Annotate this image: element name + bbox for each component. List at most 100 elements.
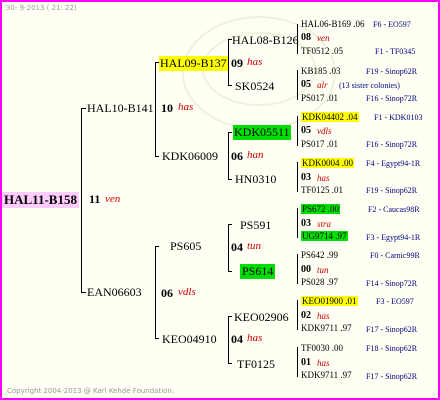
connector [228, 224, 232, 225]
leaf-top-info: F3 - EO597 [376, 297, 414, 306]
leaf-bottom-info: F16 - Sinop72R [366, 140, 418, 149]
connector [155, 246, 159, 247]
gen2-strain-d: has [247, 332, 263, 344]
connector [155, 338, 159, 339]
leaf-note: (13 sister colonies) [339, 81, 400, 90]
gen1-upper-node[interactable]: HAL10-B141 [87, 101, 154, 116]
leaf-top-info: F18 - Sinop62R [366, 344, 418, 353]
gen3-node-a1[interactable]: HAL08-B126 [232, 33, 299, 48]
connector [228, 271, 232, 272]
leaf-strain: stra [317, 219, 332, 229]
gen3-node-c2[interactable]: PS614 [240, 264, 276, 279]
gen3-node-b2[interactable]: HN0310 [235, 172, 276, 187]
connector [228, 39, 229, 85]
leaf-bottom[interactable]: PS028 .97 [301, 277, 338, 287]
leaf-top[interactable]: PS642 .99 [301, 250, 338, 260]
leaf-bottom-info: F3 - Egypt94-1R [366, 233, 421, 242]
connector [297, 70, 298, 100]
leaf-strain: alr [317, 80, 328, 90]
leaf-strain: has [317, 311, 330, 321]
connector [297, 208, 298, 238]
gen1-lower-node[interactable]: EAN06603 [87, 285, 142, 300]
leaf-bottom[interactable]: KDK9711 .97 [301, 323, 352, 333]
gen3-node-d2[interactable]: TF0125 [237, 357, 275, 372]
pedigree-chart: 30- 9-2013 ( 21: 22) HAL11-B158 11 ven H… [0, 0, 440, 400]
leaf-bottom[interactable]: TF0125 .01 [301, 185, 343, 195]
gen2-node-b[interactable]: KDK06009 [162, 149, 218, 164]
leaf-bottom-info: F17 - Sinop62R [366, 325, 418, 334]
connector [228, 179, 232, 180]
gen3-node-a2[interactable]: SK0524 [235, 79, 274, 94]
connector [81, 108, 86, 109]
gen2-node-c[interactable]: PS605 [170, 239, 201, 254]
leaf-top[interactable]: PS672 .00 [301, 204, 341, 214]
leaf-bottom-info: F16 - Sinop72R [366, 94, 418, 103]
leaf-bottom[interactable]: TF0512 .05 [301, 46, 343, 56]
root-strain: ven [105, 193, 121, 205]
leaf-bottom-info: F19 - Sinop62R [366, 186, 418, 195]
connector [155, 62, 156, 156]
gen2-strain-a: has [247, 56, 263, 68]
leaf-strain: ven [317, 33, 330, 43]
leaf-top[interactable]: KDK0004 .00 [301, 158, 354, 168]
leaf-strain: tun [317, 265, 329, 275]
connector [297, 162, 298, 192]
gen2-gen-b: 06 [231, 149, 243, 163]
leaf-bottom[interactable]: PS017 .01 [301, 139, 338, 149]
leaf-gen: 03 [301, 218, 311, 229]
leaf-bottom[interactable]: PS017 .01 [301, 93, 338, 103]
root-node[interactable]: HAL11-B158 [2, 192, 79, 208]
leaf-bottom[interactable]: UG9714 .97 [301, 231, 348, 241]
leaf-top[interactable]: TF0030 .00 [301, 343, 343, 353]
connector [297, 24, 298, 54]
gen3-node-d1[interactable]: KEO02906 [234, 310, 289, 325]
connector [297, 347, 298, 377]
date-header: 30- 9-2013 ( 21: 22) [6, 4, 77, 12]
leaf-top[interactable]: HAL06-B169 .06 [301, 19, 365, 29]
connector [155, 246, 156, 338]
leaf-top-info: F19 - Sinop62R [366, 67, 418, 76]
leaf-bottom-info: F1 - TF0345 [375, 47, 416, 56]
leaf-gen: 00 [301, 264, 311, 275]
leaf-top-info: F4 - Egypt94-1R [366, 159, 421, 168]
leaf-bottom-info: F17 - Sinop62R [366, 372, 418, 381]
leaf-top-info: F0 - Carnic99R [370, 251, 420, 260]
connector [155, 156, 159, 157]
gen2-gen-d: 04 [231, 332, 243, 346]
connector [81, 108, 82, 292]
connector [81, 292, 86, 293]
leaf-top[interactable]: KB185 .03 [301, 66, 341, 76]
leaf-gen: 08 [301, 32, 311, 43]
leaf-top[interactable]: KDK04402 .04 [301, 112, 359, 122]
leaf-gen: 05 [301, 79, 311, 90]
connector [297, 300, 298, 330]
leaf-top-info: F6 - EO597 [373, 20, 411, 29]
leaf-top-info: F2 - Caucas98R [368, 205, 420, 214]
leaf-gen: 03 [301, 172, 311, 183]
leaf-bottom[interactable]: KDK9711 .97 [301, 370, 352, 380]
gen1-lower-gen: 06 [161, 286, 173, 300]
leaf-gen: 05 [301, 125, 311, 136]
copyright-footer: Copyright 2004-2013 @ Karl Kehde Foundat… [7, 387, 175, 395]
connector [228, 224, 229, 271]
gen3-node-b1[interactable]: KDK05511 [233, 125, 291, 140]
connector [228, 316, 229, 363]
gen2-node-d[interactable]: KEO04910 [162, 332, 217, 347]
connector [297, 254, 298, 284]
gen1-lower-strain: vdls [178, 286, 196, 298]
gen2-gen-c: 04 [231, 240, 243, 254]
gen2-strain-c: tun [247, 240, 262, 252]
connector [228, 85, 232, 86]
connector [297, 116, 298, 146]
leaf-gen: 01 [301, 357, 311, 368]
connector [228, 363, 232, 364]
leaf-top-info: F1 - KDK0103 [374, 113, 423, 122]
leaf-gen: 02 [301, 310, 311, 321]
gen1-upper-gen: 10 [161, 101, 173, 115]
root-gen: 11 [89, 192, 101, 206]
gen3-node-c1[interactable]: PS591 [240, 218, 271, 233]
gen2-strain-b: han [247, 149, 264, 161]
leaf-top[interactable]: KEO01900 .01 [301, 296, 358, 306]
gen2-node-a[interactable]: HAL09-B137 [159, 56, 228, 71]
leaf-strain: has [317, 358, 330, 368]
